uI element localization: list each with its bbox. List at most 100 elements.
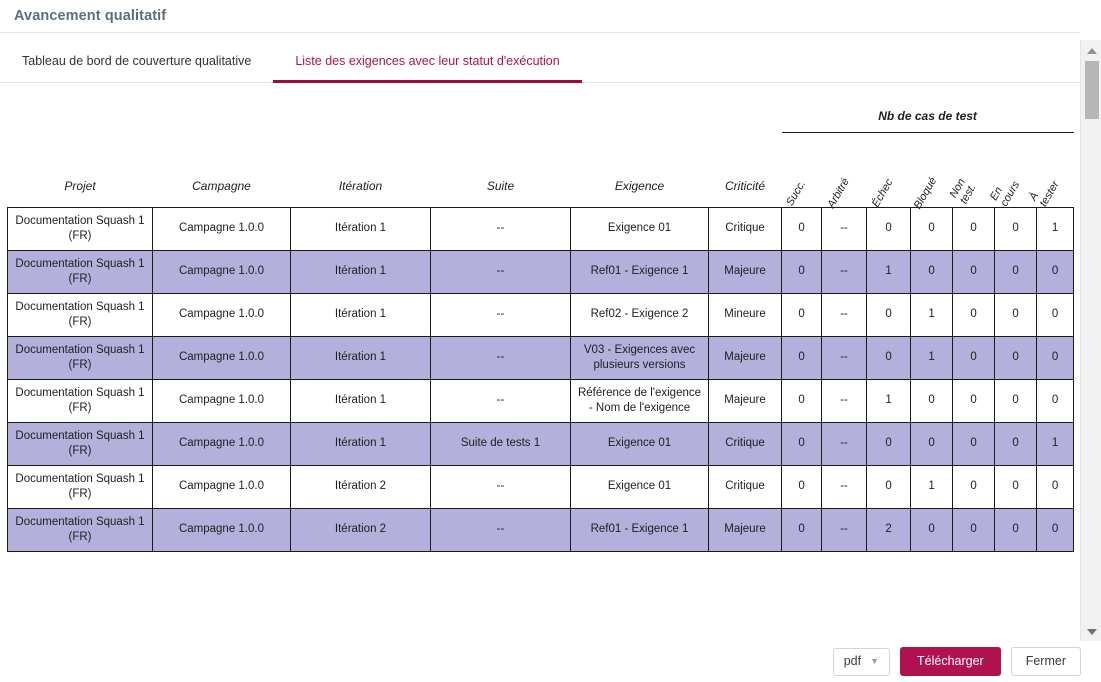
cell-en_cours: 0	[994, 507, 1038, 552]
cell-criticite: Majeure	[707, 507, 783, 552]
table-row[interactable]: Documentation Squash 1 (FR) Campagne 1.0.…	[7, 421, 1075, 466]
cell-a_tester: 1	[1036, 206, 1075, 251]
cell-projet: Documentation Squash 1 (FR)	[7, 292, 153, 337]
group-header-nb-cas-de-test: Nb de cas de test	[878, 109, 977, 123]
column-header-exigence[interactable]: Exigence	[571, 132, 709, 207]
tab-requirements-execution-status[interactable]: Liste des exigences avec leur statut d'e…	[273, 54, 583, 83]
cell-non_test: 0	[952, 249, 996, 294]
cell-campagne: Campagne 1.0.0	[152, 335, 291, 380]
vertical-scrollbar[interactable]	[1080, 40, 1101, 642]
group-header-spacer	[8, 84, 782, 130]
table-row[interactable]: Documentation Squash 1 (FR) Campagne 1.0.…	[7, 464, 1075, 509]
cell-exigence: Référence de l'exigence - Nom de l'exige…	[570, 378, 709, 423]
cell-iteration: Itération 2	[290, 464, 431, 509]
cell-projet: Documentation Squash 1 (FR)	[7, 206, 153, 251]
cell-en_cours: 0	[994, 335, 1038, 380]
cell-echec: 0	[866, 464, 912, 509]
cell-a_tester: 0	[1036, 507, 1075, 552]
table-row[interactable]: Documentation Squash 1 (FR) Campagne 1.0.…	[7, 335, 1075, 380]
cell-non_test: 0	[952, 206, 996, 251]
cell-campagne: Campagne 1.0.0	[152, 507, 291, 552]
cell-suite: Suite de tests 1	[430, 421, 571, 466]
cell-projet: Documentation Squash 1 (FR)	[7, 464, 153, 509]
table-row[interactable]: Documentation Squash 1 (FR) Campagne 1.0.…	[7, 378, 1075, 423]
scroll-up-arrow-icon[interactable]	[1081, 42, 1101, 59]
table-row[interactable]: Documentation Squash 1 (FR) Campagne 1.0.…	[7, 292, 1075, 337]
report-table-scroll-area[interactable]: Nb de cas de test Projet Campagne Itérat…	[0, 84, 1080, 641]
cell-echec: 2	[866, 507, 912, 552]
cell-succ: 0	[781, 206, 823, 251]
cell-criticite: Critique	[707, 421, 783, 466]
cell-projet: Documentation Squash 1 (FR)	[7, 378, 153, 423]
cell-bloque: 0	[910, 421, 954, 466]
cell-en_cours: 0	[994, 249, 1038, 294]
dialog-header: Avancement qualitatif	[0, 0, 1101, 32]
column-header-succes[interactable]: Succ.	[782, 132, 822, 208]
download-button[interactable]: Télécharger	[900, 647, 1001, 676]
cell-en_cours: 0	[994, 378, 1038, 423]
cell-criticite: Majeure	[707, 249, 783, 294]
column-header-suite[interactable]: Suite	[431, 132, 571, 207]
column-header-en-cours-label: En cours	[988, 178, 1022, 208]
cell-succ: 0	[781, 249, 823, 294]
cell-exigence: Ref02 - Exigence 2	[570, 292, 709, 337]
column-header-echec-label: Échec	[870, 177, 896, 210]
export-format-value: pdf	[843, 654, 862, 669]
cell-suite: --	[430, 206, 571, 251]
cell-succ: 0	[781, 464, 823, 509]
column-header-arbitre[interactable]: Arbitré	[822, 132, 867, 210]
cell-exigence: Ref01 - Exigence 1	[570, 507, 709, 552]
scroll-down-arrow-icon[interactable]	[1081, 623, 1101, 640]
cell-bloque: 0	[910, 507, 954, 552]
cell-echec: 1	[866, 378, 912, 423]
cell-iteration: Itération 1	[290, 421, 431, 466]
cell-iteration: Itération 1	[290, 378, 431, 423]
export-format-select[interactable]: pdf ▼	[832, 647, 891, 676]
cell-suite: --	[430, 464, 571, 509]
tab-coverage-dashboard[interactable]: Tableau de bord de couverture qualitativ…	[0, 54, 273, 82]
qualitative-progress-dialog: Avancement qualitatif Tableau de bord de…	[0, 0, 1101, 682]
cell-criticite: Mineure	[707, 292, 783, 337]
column-header-campagne[interactable]: Campagne	[153, 132, 291, 207]
cell-non_test: 0	[952, 507, 996, 552]
table-body: Documentation Squash 1 (FR) Campagne 1.0.…	[7, 206, 1075, 552]
cell-a_tester: 0	[1036, 292, 1075, 337]
close-button[interactable]: Fermer	[1010, 647, 1081, 676]
cell-bloque: 0	[910, 249, 954, 294]
cell-iteration: Itération 1	[290, 249, 431, 294]
column-header-non-teste-label: Non test.	[947, 176, 979, 206]
cell-arbitre: --	[821, 335, 868, 380]
cell-campagne: Campagne 1.0.0	[152, 421, 291, 466]
column-header-projet[interactable]: Projet	[8, 132, 153, 207]
cell-criticite: Critique	[707, 464, 783, 509]
cell-en_cours: 0	[994, 464, 1038, 509]
cell-arbitre: --	[821, 464, 868, 509]
table-row[interactable]: Documentation Squash 1 (FR) Campagne 1.0.…	[7, 507, 1075, 552]
column-header-bloque[interactable]: Bloqué	[911, 132, 953, 211]
cell-projet: Documentation Squash 1 (FR)	[7, 507, 153, 552]
cell-en_cours: 0	[994, 421, 1038, 466]
cell-arbitre: --	[821, 249, 868, 294]
cell-projet: Documentation Squash 1 (FR)	[7, 249, 153, 294]
cell-exigence: V03 - Exigences avec plusieurs versions	[570, 335, 709, 380]
cell-a_tester: 1	[1036, 421, 1075, 466]
cell-arbitre: --	[821, 378, 868, 423]
table-row[interactable]: Documentation Squash 1 (FR) Campagne 1.0.…	[7, 206, 1075, 251]
cell-suite: --	[430, 335, 571, 380]
cell-bloque: 0	[910, 378, 954, 423]
cell-bloque: 1	[910, 292, 954, 337]
column-header-echec[interactable]: Échec	[867, 132, 911, 210]
table-row[interactable]: Documentation Squash 1 (FR) Campagne 1.0.…	[7, 249, 1075, 294]
column-header-a-tester[interactable]: À tester	[1027, 132, 1074, 208]
cell-en_cours: 0	[994, 292, 1038, 337]
table-header: Nb de cas de test Projet Campagne Itérat…	[8, 84, 1074, 211]
cell-campagne: Campagne 1.0.0	[152, 206, 291, 251]
cell-criticite: Majeure	[707, 378, 783, 423]
scrollbar-thumb[interactable]	[1085, 61, 1099, 119]
column-header-criticite[interactable]: Criticité	[709, 132, 782, 207]
cell-succ: 0	[781, 335, 823, 380]
column-header-iteration[interactable]: Itération	[291, 132, 431, 207]
cell-bloque: 0	[910, 206, 954, 251]
requirements-execution-table: Nb de cas de test Projet Campagne Itérat…	[7, 84, 1075, 552]
cell-non_test: 0	[952, 421, 996, 466]
